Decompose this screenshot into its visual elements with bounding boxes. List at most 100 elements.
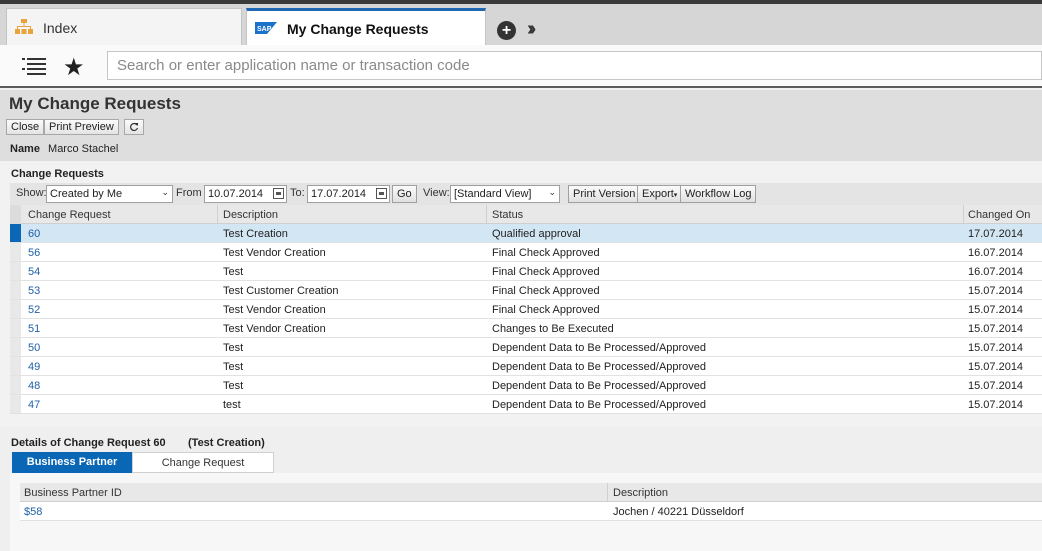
row-selector[interactable] [10, 338, 21, 356]
chevron-down-icon: ⌄ [548, 187, 556, 197]
search-input[interactable]: Search or enter application name or tran… [107, 51, 1042, 80]
change-request-link[interactable]: 54 [28, 266, 40, 278]
to-date-field[interactable]: 17.07.2014 [307, 185, 390, 203]
tab-change-request-header[interactable]: Change Request Header [132, 452, 274, 490]
row-selector[interactable] [10, 357, 21, 375]
top-tab-bar: Index SAP My Change Requests + ›› [0, 0, 1042, 47]
description-cell: Test Vendor Creation [223, 323, 326, 335]
menu-list-icon[interactable] [22, 57, 46, 77]
row-selector[interactable] [10, 262, 21, 280]
changed-on-cell: 15.07.2014 [968, 304, 1024, 316]
table-row[interactable]: $58 Jochen / 40221 Düsseldorf [20, 502, 1042, 521]
table-row[interactable]: 56 Test Vendor Creation Final Check Approv… [10, 243, 1042, 262]
row-selector[interactable] [10, 376, 21, 394]
changed-on-cell: 15.07.2014 [968, 361, 1024, 373]
row-selector[interactable] [10, 224, 21, 242]
calendar-icon[interactable] [376, 188, 387, 199]
details-section: Details of Change Request 60 (Test Creat… [0, 426, 1042, 551]
export-button[interactable]: Export▾ [637, 185, 683, 203]
tab-index-label: Index [43, 20, 78, 36]
table-row[interactable]: 54 Test Final Check Approved 16.07.2014 [10, 262, 1042, 281]
go-button[interactable]: Go [392, 185, 417, 203]
table-row[interactable]: 47 test Dependent Data to Be Processed/App… [10, 395, 1042, 414]
status-cell: Final Check Approved [492, 266, 600, 278]
tab-index[interactable]: Index [6, 8, 242, 47]
tab-business-partner-id[interactable]: Business Partner ID [12, 452, 132, 489]
view-select-value: [Standard View] [454, 188, 532, 200]
row-selector[interactable] [10, 243, 21, 261]
change-request-link[interactable]: 52 [28, 304, 40, 316]
column-header-changed-on[interactable]: Changed On [968, 209, 1030, 221]
table-row[interactable]: 53 Test Customer Creation Final Check Appr… [10, 281, 1042, 300]
changed-on-cell: 15.07.2014 [968, 285, 1024, 297]
print-version-button[interactable]: Print Version [568, 185, 641, 203]
add-tab-icon[interactable]: + [497, 21, 516, 40]
workflow-log-button[interactable]: Workflow Log [680, 185, 757, 203]
business-partner-link[interactable]: $58 [24, 506, 42, 518]
change-request-link[interactable]: 47 [28, 399, 40, 411]
changed-on-cell: 17.07.2014 [968, 228, 1024, 240]
description-cell: Test [223, 380, 244, 392]
close-button[interactable]: Close [6, 119, 45, 135]
status-cell: Dependent Data to Be Processed/Approved [492, 380, 707, 392]
column-header-change-request[interactable]: Change Request [28, 209, 111, 221]
table-row[interactable]: 52 Test Vendor Creation Final Check Approv… [10, 300, 1042, 319]
from-date-field[interactable]: 10.07.2014 [204, 185, 287, 203]
select-all-cell[interactable] [10, 205, 21, 224]
to-label: To: [290, 187, 305, 199]
calendar-icon[interactable] [273, 188, 284, 199]
section-title: Change Requests [11, 168, 104, 180]
view-label: View: [423, 187, 450, 199]
table-row[interactable]: 48 Test Dependent Data to Be Processed/App… [10, 376, 1042, 395]
change-request-link[interactable]: 48 [28, 380, 40, 392]
show-label: Show: [16, 187, 47, 199]
show-select[interactable]: Created by Me ⌄ [46, 185, 173, 203]
more-tabs-icon[interactable]: ›› [527, 18, 537, 41]
change-request-link[interactable]: 56 [28, 247, 40, 259]
row-selector[interactable] [10, 300, 21, 318]
to-date-value: 17.07.2014 [311, 188, 367, 200]
change-request-link[interactable]: 51 [28, 323, 40, 335]
status-cell: Changes to Be Executed [492, 323, 614, 335]
dropdown-arrow-icon: ▾ [673, 192, 678, 199]
changed-on-cell: 16.07.2014 [968, 266, 1024, 278]
chevron-down-icon: ⌄ [161, 187, 169, 197]
table-row[interactable]: 49 Test Dependent Data to Be Processed/App… [10, 357, 1042, 376]
table-row[interactable]: 60 Test Creation Qualified approval 17.07.2… [10, 224, 1042, 243]
status-cell: Qualified approval [492, 228, 581, 240]
change-request-link[interactable]: 49 [28, 361, 40, 373]
from-label: From [176, 187, 202, 199]
tab-my-change-requests[interactable]: SAP My Change Requests [246, 8, 486, 47]
details-panel: Business Partner ID Description $58 Joche… [10, 473, 1042, 551]
change-request-link[interactable]: 53 [28, 285, 40, 297]
svg-text:SAP: SAP [257, 26, 272, 33]
name-row: Name Marco Stachel [10, 143, 118, 155]
description-cell: Test [223, 361, 244, 373]
changed-on-cell: 15.07.2014 [968, 399, 1024, 411]
refresh-icon[interactable] [124, 119, 144, 135]
table-row[interactable]: 51 Test Vendor Creation Changes to Be Exec… [10, 319, 1042, 338]
row-selector[interactable] [10, 281, 21, 299]
change-request-link[interactable]: 50 [28, 342, 40, 354]
column-header-description[interactable]: Description [613, 487, 668, 499]
column-header-description[interactable]: Description [223, 209, 278, 221]
row-selector[interactable] [10, 319, 21, 337]
view-select[interactable]: [Standard View] ⌄ [450, 185, 560, 203]
change-request-link[interactable]: 60 [28, 228, 40, 240]
changed-on-cell: 15.07.2014 [968, 342, 1024, 354]
row-selector[interactable] [10, 395, 21, 413]
status-cell: Final Check Approved [492, 247, 600, 259]
table-row[interactable]: 50 Test Dependent Data to Be Processed/App… [10, 338, 1042, 357]
favorites-star-icon[interactable]: ★ [63, 53, 85, 82]
table-header: Business Partner ID Description [20, 483, 1042, 502]
page-title: My Change Requests [9, 94, 181, 113]
column-header-business-partner-id[interactable]: Business Partner ID [24, 487, 122, 499]
change-requests-section: Change Requests Show: Created by Me ⌄ Fr… [0, 161, 1042, 426]
column-header-status[interactable]: Status [492, 209, 523, 221]
export-button-label: Export [642, 188, 674, 200]
print-preview-button[interactable]: Print Preview [44, 119, 119, 135]
name-label: Name [10, 143, 40, 155]
details-title: Details of Change Request 60 [11, 437, 166, 449]
status-cell: Final Check Approved [492, 285, 600, 297]
hierarchy-icon [15, 18, 33, 38]
